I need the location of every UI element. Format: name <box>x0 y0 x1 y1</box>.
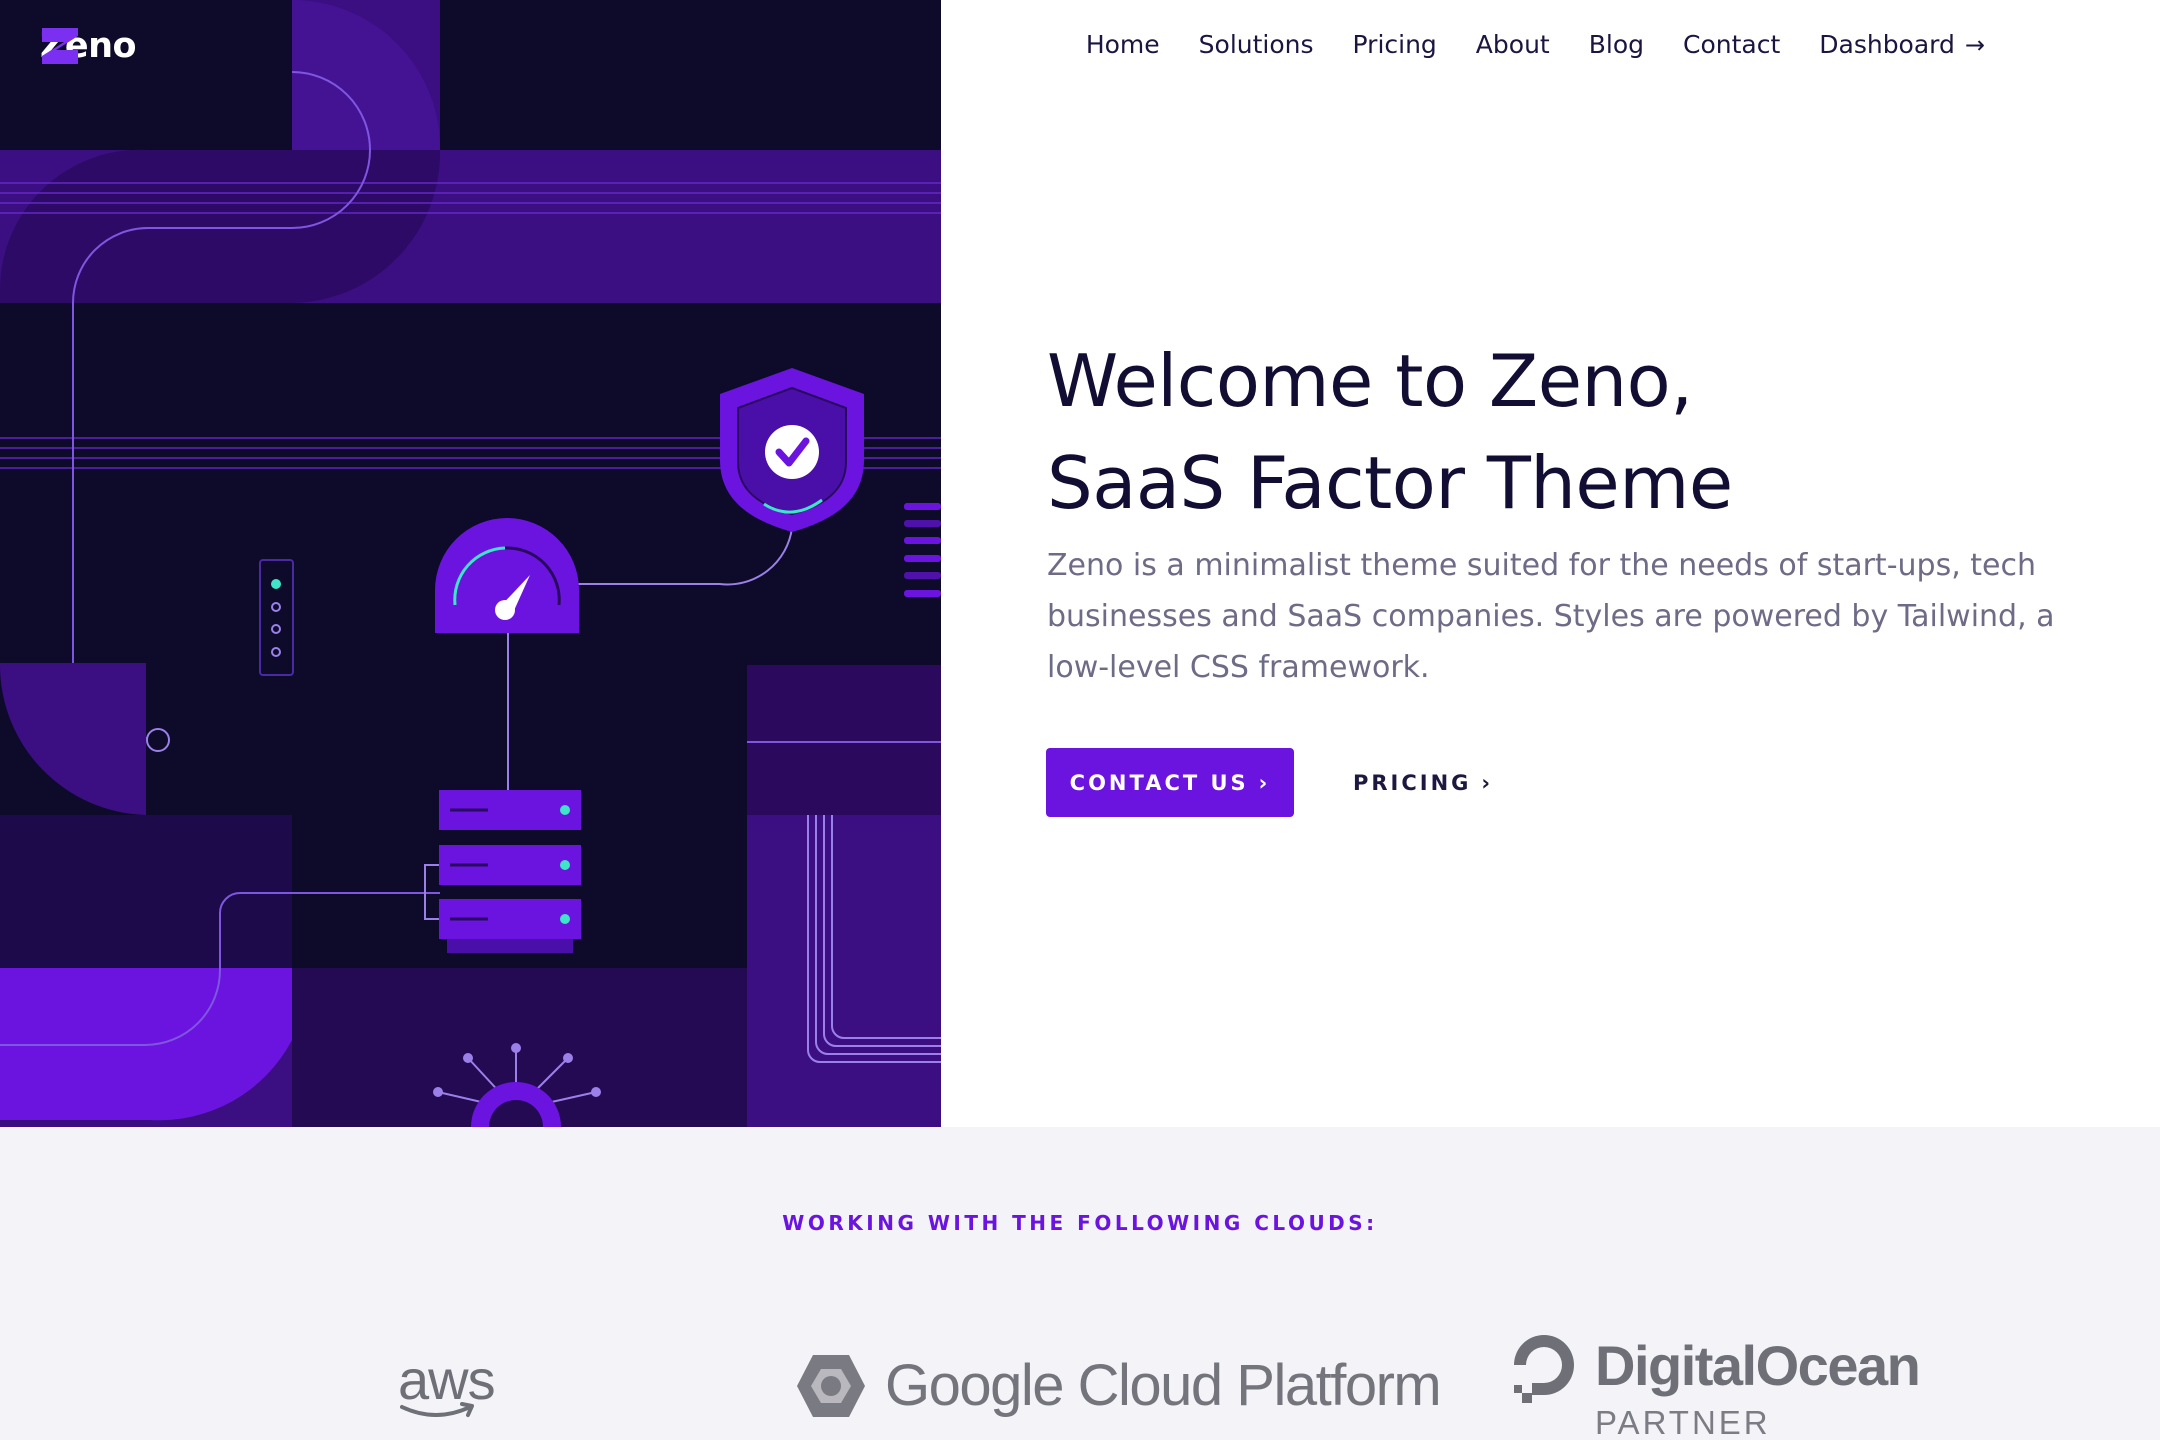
nav-blog[interactable]: Blog <box>1589 30 1644 59</box>
title-line-1: Welcome to Zeno, <box>1047 339 1693 423</box>
contact-us-label: CONTACT US <box>1069 770 1249 795</box>
partner-label: PARTNER <box>1595 1404 1771 1440</box>
nav-dashboard[interactable]: Dashboard → <box>1819 30 1985 59</box>
page-title: Welcome to Zeno, SaaS Factor Theme <box>1047 330 2097 534</box>
nav-contact[interactable]: Contact <box>1683 30 1780 59</box>
brand-logo[interactable]: Zeno <box>40 26 137 66</box>
nav-about[interactable]: About <box>1476 30 1550 59</box>
nav-pricing[interactable]: Pricing <box>1353 30 1437 59</box>
nav-dashboard-label: Dashboard <box>1819 30 1955 59</box>
contact-us-button[interactable]: CONTACT US › <box>1046 748 1294 817</box>
chevron-right-icon: › <box>1481 770 1494 795</box>
gcp-wordmark: Google Cloud Platform <box>885 1353 1442 1418</box>
title-line-2: SaaS Factor Theme <box>1047 441 1733 525</box>
hero-section: Zeno Home Solutions Pricing About Blog C… <box>0 0 2160 1127</box>
main-nav: Home Solutions Pricing About Blog Contac… <box>1086 30 1985 59</box>
digitalocean-wordmark: DigitalOcean <box>1595 1334 1921 1397</box>
nav-home[interactable]: Home <box>1086 30 1160 59</box>
gcp-hexagon-icon <box>797 1354 865 1417</box>
hero-content: Home Solutions Pricing About Blog Contac… <box>941 0 2160 1127</box>
digitalocean-icon <box>1514 1335 1574 1403</box>
network-illustration <box>0 0 941 1127</box>
hero-illustration: Zeno <box>0 0 941 1127</box>
pricing-link-button[interactable]: PRICING › <box>1353 748 1493 817</box>
digitalocean-text: DigitalOcean PARTNER <box>1595 1333 1921 1440</box>
nav-solutions[interactable]: Solutions <box>1199 30 1314 59</box>
arrow-right-icon: → <box>1964 30 1985 59</box>
clouds-section: WORKING WITH THE FOLLOWING CLOUDS: aws G… <box>0 1127 2160 1440</box>
pricing-label: PRICING <box>1353 770 1472 795</box>
hero-description: Zeno is a minimalist theme suited for th… <box>1047 548 2055 685</box>
zeno-logo-icon <box>42 28 78 64</box>
chevron-right-icon: › <box>1258 770 1271 795</box>
clouds-title: WORKING WITH THE FOLLOWING CLOUDS: <box>782 1211 1378 1235</box>
aws-smile-icon <box>400 1402 474 1417</box>
digitalocean-logo: DigitalOcean PARTNER <box>1511 1333 1921 1440</box>
aws-logo: aws <box>398 1347 496 1417</box>
gcp-logo: Google Cloud Platform <box>795 1352 1442 1419</box>
